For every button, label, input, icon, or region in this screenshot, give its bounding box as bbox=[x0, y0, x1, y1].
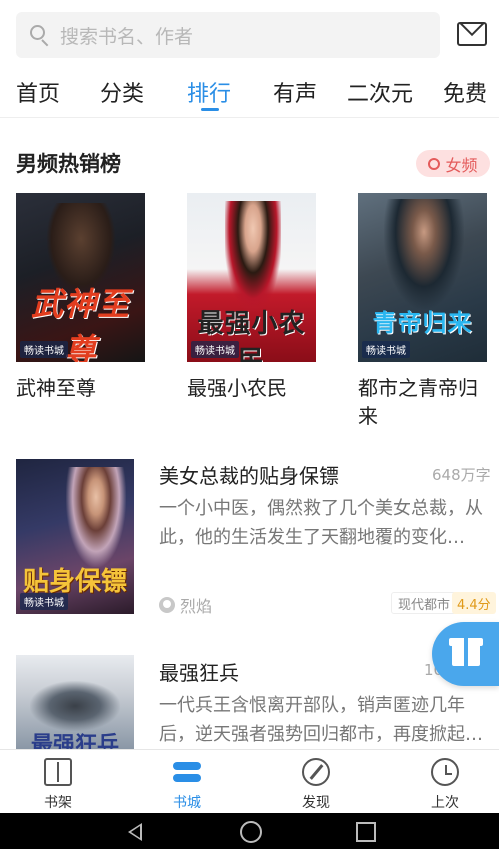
tab-category[interactable]: 分类 bbox=[100, 76, 144, 108]
recent-apps-icon[interactable] bbox=[356, 822, 376, 842]
nav-last-read[interactable]: 上次 bbox=[405, 750, 485, 814]
clock-icon bbox=[431, 758, 459, 786]
search-placeholder: 搜索书名、作者 bbox=[60, 25, 194, 48]
tab-audio[interactable]: 有声 bbox=[273, 76, 317, 108]
book-name[interactable]: 武神至尊 bbox=[16, 374, 96, 402]
system-nav-bar bbox=[0, 813, 499, 849]
nav-label: 上次 bbox=[431, 795, 459, 811]
female-ranking-toggle[interactable]: 女频 bbox=[416, 150, 490, 177]
gift-ribbon-shape bbox=[464, 638, 468, 666]
cover-brand: 畅读书城 bbox=[20, 341, 68, 358]
book-name[interactable]: 都市之青帝归来 bbox=[358, 374, 490, 430]
nav-label: 发现 bbox=[302, 795, 330, 811]
stack-icon bbox=[173, 758, 201, 786]
genre-tag: 现代都市 bbox=[391, 592, 458, 614]
nav-discover[interactable]: 发现 bbox=[276, 750, 356, 814]
nav-bookstore[interactable]: 书城 bbox=[147, 750, 227, 814]
cover-title: 最强狂兵 bbox=[30, 733, 119, 749]
cover-brand: 畅读书城 bbox=[20, 593, 68, 610]
cover-art bbox=[225, 201, 281, 311]
female-toggle-label: 女频 bbox=[445, 155, 478, 175]
score-badge: 4.4分 bbox=[452, 592, 496, 614]
tab-anime[interactable]: 二次元 bbox=[347, 76, 413, 108]
list-book-description: 一代兵王含恨离开部队，销声匿迹几年后，逆天强者强势回归都市，再度掀起… bbox=[159, 695, 483, 745]
home-icon[interactable] bbox=[240, 821, 262, 843]
back-icon[interactable] bbox=[128, 823, 142, 841]
cover-art bbox=[30, 681, 120, 731]
gift-button[interactable] bbox=[432, 622, 499, 686]
cover-title: 青帝归来 bbox=[372, 309, 473, 337]
message-icon[interactable] bbox=[457, 22, 487, 46]
cover-art bbox=[384, 199, 464, 309]
active-tab-indicator bbox=[201, 108, 219, 111]
compass-icon bbox=[302, 758, 330, 786]
list-book-title[interactable]: 美女总裁的贴身保镖 bbox=[159, 460, 339, 489]
section-title: 男频热销榜 bbox=[16, 152, 121, 176]
author-name: 烈焰 bbox=[180, 597, 213, 616]
tab-free[interactable]: 免费 bbox=[443, 76, 487, 108]
book-cover-qingdi[interactable]: 青帝归来 畅读书城 bbox=[358, 193, 487, 362]
book-cover-nongmin[interactable]: 最强小农民 畅读书城 bbox=[187, 193, 316, 362]
book-name[interactable]: 最强小农民 bbox=[187, 374, 287, 402]
tab-ranking[interactable]: 排行 bbox=[187, 76, 231, 108]
cover-brand: 畅读书城 bbox=[191, 341, 239, 358]
top-bar: 搜索书名、作者 bbox=[0, 0, 499, 66]
list-book-description: 一个小中医，偶然救了几个美女总裁，从此，他的生活发生了天翻地覆的变化… bbox=[159, 498, 483, 548]
cover-art bbox=[66, 467, 126, 567]
list-book-cover[interactable]: 最强狂兵 bbox=[16, 655, 134, 749]
search-input[interactable]: 搜索书名、作者 bbox=[16, 12, 440, 58]
bottom-nav: 书架 书城 发现 上次 bbox=[0, 749, 499, 813]
category-tabs: 首页 分类 排行 有声 二次元 免费 bbox=[0, 66, 499, 118]
search-icon bbox=[28, 23, 52, 47]
list-book-title[interactable]: 最强狂兵 bbox=[159, 657, 239, 686]
word-count: 648万字 bbox=[432, 466, 491, 484]
tab-home[interactable]: 首页 bbox=[16, 76, 60, 108]
nav-label: 书城 bbox=[173, 795, 201, 811]
nav-bookshelf[interactable]: 书架 bbox=[18, 750, 98, 814]
book-icon bbox=[44, 758, 72, 786]
cover-brand: 畅读书城 bbox=[362, 341, 410, 358]
author-icon bbox=[159, 597, 175, 613]
female-icon bbox=[428, 157, 441, 170]
author: 烈焰 bbox=[159, 593, 212, 617]
list-book-cover[interactable]: 贴身保镖 畅读书城 bbox=[16, 459, 134, 614]
book-cover-wushen[interactable]: 武神至尊 畅读书城 bbox=[16, 193, 145, 362]
nav-label: 书架 bbox=[44, 795, 72, 811]
